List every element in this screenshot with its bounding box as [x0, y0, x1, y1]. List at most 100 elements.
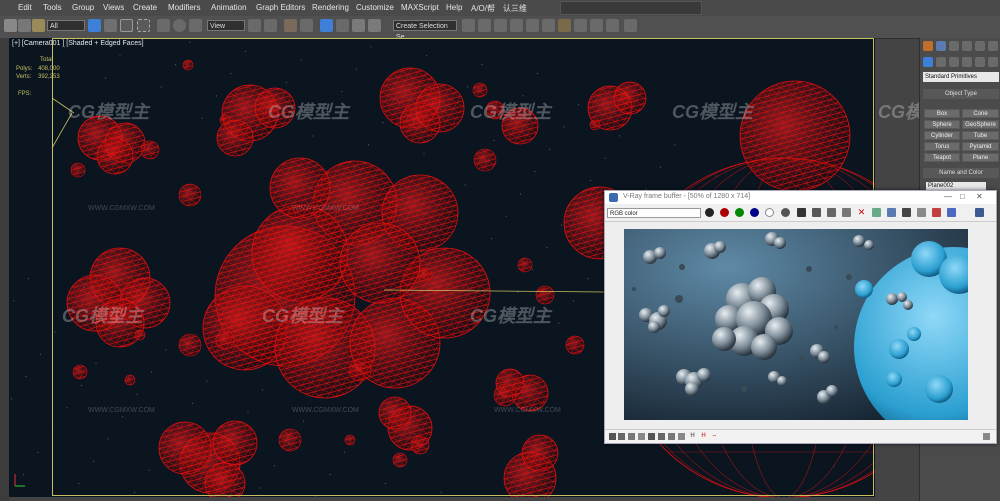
- rectangular-selection-icon[interactable]: [120, 19, 133, 32]
- curves-icon[interactable]: [638, 433, 645, 440]
- display-tab-icon[interactable]: [975, 41, 985, 51]
- menu-group[interactable]: Group: [72, 3, 94, 12]
- menu-tools[interactable]: Tools: [43, 3, 62, 12]
- primitive-type-dropdown[interactable]: Standard Primitives: [923, 72, 999, 82]
- menu-edit[interactable]: Edit: [18, 3, 32, 12]
- spinner-snap-icon[interactable]: [336, 19, 349, 32]
- settings-icon[interactable]: [658, 433, 665, 440]
- cone-button[interactable]: Cone: [962, 109, 999, 118]
- select-object-icon[interactable]: [88, 19, 101, 32]
- mirror-tool-icon[interactable]: [462, 19, 475, 32]
- geometry-icon[interactable]: [923, 57, 933, 67]
- snap-toggle-icon[interactable]: [284, 19, 297, 32]
- save-image-icon[interactable]: [797, 208, 806, 217]
- h-compare-icon[interactable]: H: [700, 433, 707, 440]
- selection-filter-select[interactable]: All: [47, 20, 85, 31]
- redo-icon[interactable]: [18, 19, 31, 32]
- menu-rendering[interactable]: Rendering: [312, 3, 349, 12]
- clear-image-icon[interactable]: [842, 208, 851, 217]
- align-icon[interactable]: [478, 19, 491, 32]
- percent-snap-icon[interactable]: [320, 19, 333, 32]
- menu-animation[interactable]: Animation: [211, 3, 247, 12]
- select-by-name-icon[interactable]: [104, 19, 117, 32]
- menu-views[interactable]: Views: [103, 3, 124, 12]
- exposure-icon[interactable]: [648, 433, 655, 440]
- window-crossing-icon[interactable]: [137, 19, 150, 32]
- duplicate-icon[interactable]: [827, 208, 836, 217]
- helpers-icon[interactable]: [975, 57, 985, 67]
- vfb-title-bar[interactable]: V-Ray frame buffer - [50% of 1280 x 714]…: [605, 191, 996, 204]
- history-icon[interactable]: [609, 433, 616, 440]
- link-to-render-icon[interactable]: [917, 208, 926, 217]
- lut-icon[interactable]: [628, 433, 635, 440]
- blue-channel-icon[interactable]: [750, 208, 759, 217]
- render-production-icon[interactable]: [606, 19, 619, 32]
- region-render-icon[interactable]: [872, 208, 881, 217]
- channel-select[interactable]: RGB color: [607, 208, 701, 218]
- modify-tab-icon[interactable]: [936, 41, 946, 51]
- teapot-button[interactable]: Teapot: [924, 153, 960, 162]
- menu-extra[interactable]: A/O/帮: [471, 3, 495, 14]
- alpha-channel-icon[interactable]: [765, 208, 774, 217]
- color-settings-icon[interactable]: [705, 208, 714, 217]
- menu-create[interactable]: Create: [133, 3, 157, 12]
- undo-icon[interactable]: [4, 19, 17, 32]
- resize-grip-icon[interactable]: [983, 433, 990, 440]
- compare-icon[interactable]: [678, 433, 685, 440]
- viewport-label[interactable]: [+] [Camera001 ] [Shaded + Edged Faces]: [12, 40, 144, 47]
- material-editor-icon[interactable]: [558, 19, 571, 32]
- scale-icon[interactable]: [189, 19, 202, 32]
- shapes-icon[interactable]: [936, 57, 946, 67]
- red-channel-icon[interactable]: [720, 208, 729, 217]
- cylinder-button[interactable]: Cylinder: [924, 131, 960, 140]
- torus-button[interactable]: Torus: [924, 142, 960, 151]
- menu-help[interactable]: Help: [446, 3, 462, 12]
- cameras-icon[interactable]: [962, 57, 972, 67]
- plane-button[interactable]: Plane: [962, 153, 999, 162]
- angle-snap-icon[interactable]: [300, 19, 313, 32]
- named-selection-set-select[interactable]: Create Selection Se: [393, 20, 457, 41]
- minimize-button[interactable]: —: [944, 192, 952, 201]
- rendered-image[interactable]: [624, 229, 968, 420]
- load-image-icon[interactable]: [812, 208, 821, 217]
- menu-customize[interactable]: Customize: [356, 3, 394, 12]
- lens-effects-icon[interactable]: [947, 208, 956, 217]
- motion-tab-icon[interactable]: [962, 41, 972, 51]
- box-button[interactable]: Box: [924, 109, 960, 118]
- color-corrections-icon[interactable]: [932, 208, 941, 217]
- reference-coord-select[interactable]: View: [207, 20, 245, 31]
- h-flip-icon[interactable]: H: [689, 433, 696, 440]
- stamp-icon[interactable]: [618, 433, 625, 440]
- sphere-button[interactable]: Sphere: [924, 120, 960, 129]
- v-compare-icon[interactable]: ⇔: [711, 433, 718, 440]
- teapot-render-icon[interactable]: [624, 19, 637, 32]
- create-tab-icon[interactable]: [923, 41, 933, 51]
- menu-extra-2[interactable]: 认三维: [503, 3, 527, 14]
- utilities-tab-icon[interactable]: [988, 41, 998, 51]
- select-manipulate-icon[interactable]: [264, 19, 277, 32]
- space-warps-icon[interactable]: [988, 57, 998, 67]
- name-and-color-header[interactable]: Name and Color: [923, 168, 999, 178]
- monochrome-icon[interactable]: [781, 208, 790, 217]
- stop-render-icon[interactable]: ✕: [857, 208, 866, 217]
- pyramid-button[interactable]: Pyramid: [962, 142, 999, 151]
- hierarchy-tab-icon[interactable]: [949, 41, 959, 51]
- pivot-icon[interactable]: [248, 19, 261, 32]
- tube-button[interactable]: Tube: [962, 131, 999, 140]
- menu-graph-editors[interactable]: Graph Editors: [256, 3, 305, 12]
- geosphere-button[interactable]: GeoSphere: [962, 120, 999, 129]
- menu-modifiers[interactable]: Modifiers: [168, 3, 200, 12]
- menu-maxscript[interactable]: MAXScript: [401, 3, 439, 12]
- lights-icon[interactable]: [949, 57, 959, 67]
- object-type-header[interactable]: Object Type: [923, 89, 999, 99]
- levels-icon[interactable]: [668, 433, 675, 440]
- curve-editor-icon[interactable]: [526, 19, 539, 32]
- link-icon[interactable]: [32, 19, 45, 32]
- layer-manager-icon[interactable]: [494, 19, 507, 32]
- search-box[interactable]: [560, 1, 702, 15]
- teapot-render-icon[interactable]: [975, 208, 984, 217]
- graphite-ribbon-icon[interactable]: [510, 19, 523, 32]
- maximize-button[interactable]: □: [960, 192, 965, 201]
- move-icon[interactable]: [157, 19, 170, 32]
- mirror-icon[interactable]: [368, 19, 381, 32]
